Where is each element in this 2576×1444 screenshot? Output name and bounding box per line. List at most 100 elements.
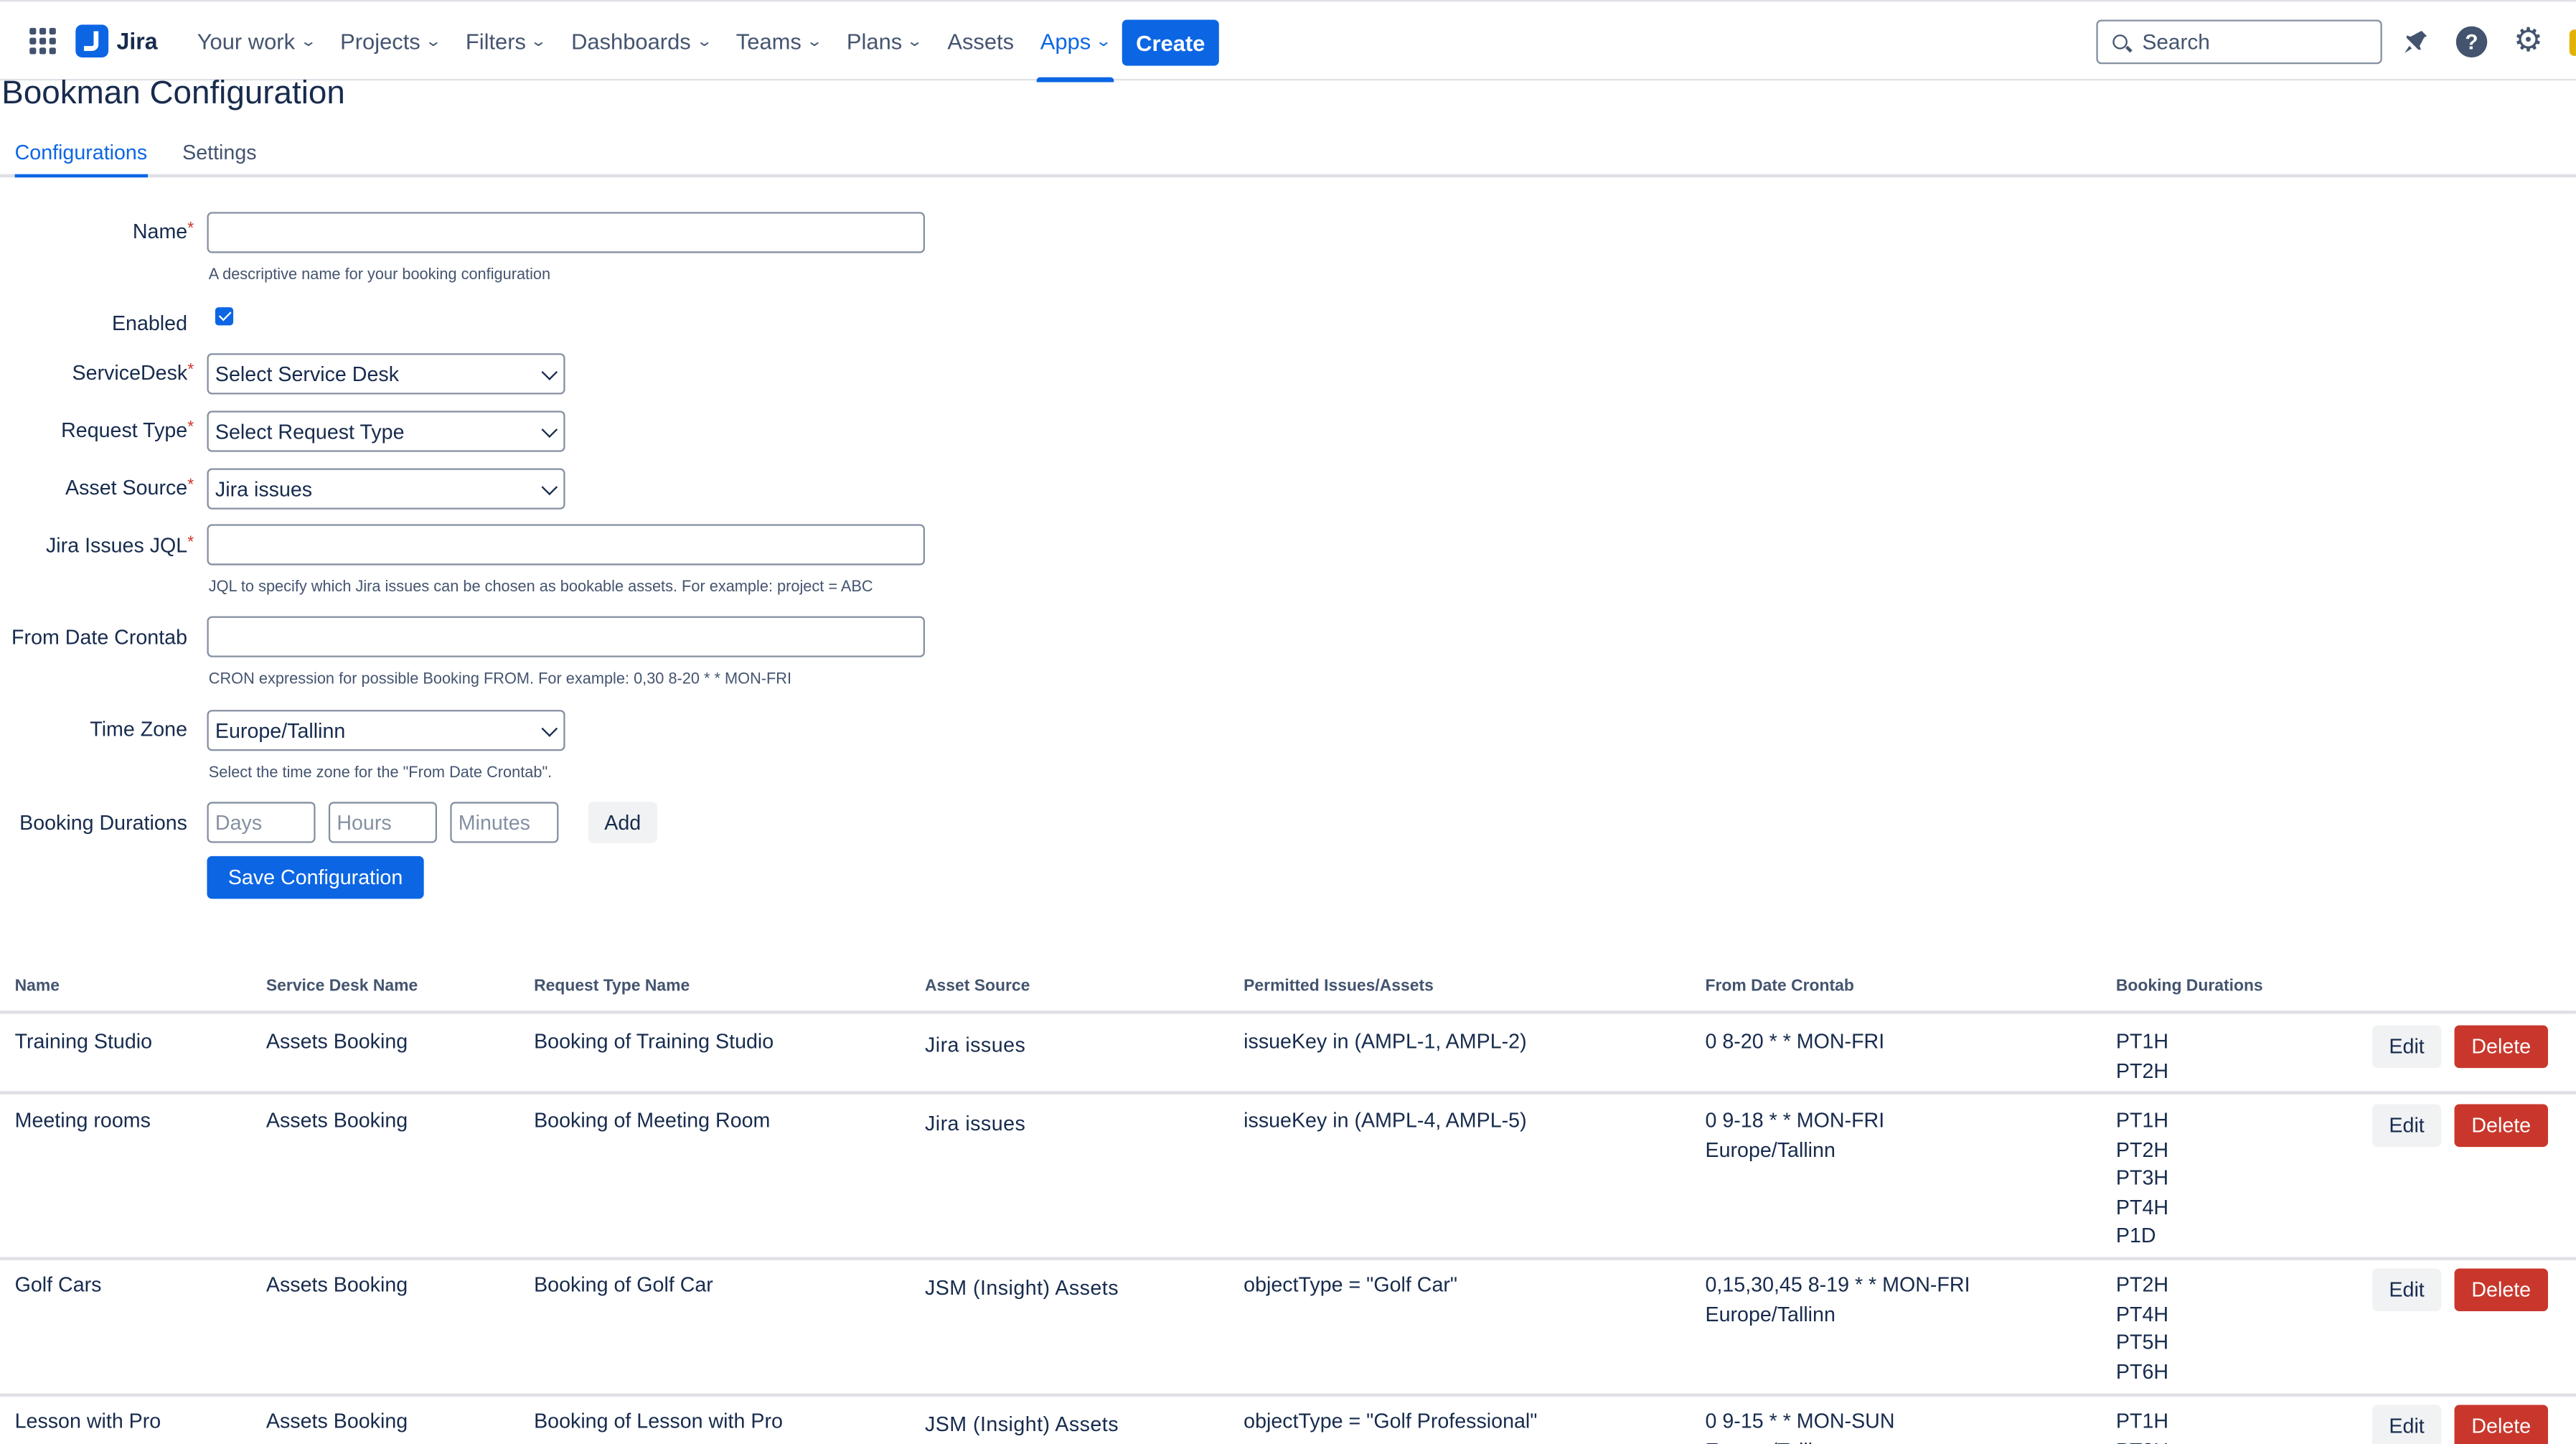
- time-zone-hint: Select the time zone for the "From Date …: [208, 764, 553, 782]
- duration-item: PT6H: [2115, 1359, 2169, 1383]
- required-marker: *: [187, 476, 194, 495]
- table-row: Golf Cars Assets Booking Booking of Golf…: [0, 1257, 2576, 1397]
- from-date-input[interactable]: [207, 616, 925, 657]
- help-icon[interactable]: ?: [2455, 26, 2488, 58]
- nav-item-dashboards[interactable]: Dashboards ⌄: [571, 1, 713, 80]
- chevron-down-icon: ⌄: [530, 32, 547, 49]
- jira-logo[interactable]: Jira: [75, 24, 158, 58]
- app-switcher-icon[interactable]: [29, 27, 56, 55]
- asset-source-value: Jira issues: [215, 477, 313, 501]
- time-zone-value: Europe/Tallinn: [215, 718, 346, 742]
- delete-button[interactable]: Delete: [2454, 1268, 2549, 1312]
- row-asset-source: Jira issues: [924, 1033, 1026, 1057]
- row-permitted: issueKey in (AMPL-1, AMPL-2): [1244, 1030, 1527, 1054]
- chevron-down-icon: [541, 721, 558, 737]
- nav-item-label: Your work: [197, 29, 296, 54]
- days-input[interactable]: Days: [207, 802, 316, 843]
- row-asset-source: Jira issues: [924, 1112, 1026, 1136]
- column-header-request-type: Request Type Name: [534, 977, 690, 996]
- service-desk-value: Select Service Desk: [215, 362, 400, 385]
- create-button[interactable]: Create: [1122, 19, 1219, 66]
- search-input[interactable]: Search: [2096, 19, 2382, 65]
- nav-item-plans[interactable]: Plans ⌄: [847, 1, 923, 80]
- chevron-down-icon: ⌄: [424, 32, 442, 49]
- jql-input[interactable]: [207, 524, 925, 566]
- service-desk-select[interactable]: Select Service Desk: [207, 353, 565, 395]
- row-request-type: Booking of Training Studio: [534, 1030, 774, 1054]
- nav-item-filters[interactable]: Filters ⌄: [466, 1, 547, 80]
- column-header-service-desk: Service Desk Name: [265, 977, 418, 996]
- duration-item: PT2H: [2115, 1138, 2169, 1161]
- search-placeholder: Search: [2142, 29, 2210, 55]
- save-configuration-button[interactable]: Save Configuration: [207, 855, 424, 899]
- nav-item-your-work[interactable]: Your work ⌄: [197, 1, 316, 80]
- row-permitted: objectType = "Golf Car": [1244, 1273, 1458, 1297]
- column-header-name: Name: [14, 977, 60, 996]
- column-header-durations: Booking Durations: [2115, 977, 2263, 996]
- jira-logo-icon: [75, 24, 109, 58]
- duration-item: PT2H: [2115, 1273, 2169, 1297]
- delete-button[interactable]: Delete: [2454, 1405, 2549, 1444]
- delete-button[interactable]: Delete: [2454, 1025, 2549, 1069]
- notifications-icon[interactable]: [2400, 27, 2432, 58]
- chevron-down-icon: ⌄: [1094, 32, 1113, 49]
- row-service-desk: Assets Booking: [265, 1410, 408, 1433]
- column-header-crontab: From Date Crontab: [1705, 977, 1854, 996]
- row-name: Training Studio: [14, 1030, 153, 1054]
- crontab-timezone: Europe/Tallinn: [1706, 1437, 1895, 1444]
- chevron-down-icon: ⌄: [695, 32, 713, 49]
- row-permitted: issueKey in (AMPL-4, AMPL-5): [1244, 1109, 1527, 1133]
- edit-button[interactable]: Edit: [2372, 1268, 2442, 1312]
- jql-label: Jira Issues JQL*: [45, 534, 194, 558]
- chevron-down-icon: [541, 479, 558, 496]
- nav-item-label: Projects: [340, 29, 420, 54]
- crontab-timezone: Europe/Tallinn: [1705, 1302, 1835, 1326]
- nav-menu: Your work ⌄ Projects ⌄ Filters ⌄ Dashboards…: [197, 1, 1137, 83]
- duration-item: PT1H: [2115, 1109, 2169, 1133]
- required-marker: *: [187, 361, 194, 380]
- nav-item-assets[interactable]: Assets: [947, 1, 1014, 80]
- from-date-label: From Date Crontab: [11, 626, 188, 650]
- page-title: Bookman Configuration: [1, 75, 345, 112]
- edit-button[interactable]: Edit: [2372, 1405, 2442, 1444]
- minutes-input[interactable]: Minutes: [450, 802, 559, 843]
- nav-item-apps[interactable]: Apps ⌄: [1037, 1, 1114, 83]
- delete-button[interactable]: Delete: [2454, 1104, 2549, 1148]
- edit-button[interactable]: Edit: [2372, 1025, 2442, 1069]
- add-duration-button[interactable]: Add: [588, 802, 657, 843]
- nav-item-projects[interactable]: Projects ⌄: [340, 1, 442, 80]
- row-durations: PT2H PT4H PT5H PT6H: [2116, 1272, 2168, 1387]
- table-row: Training Studio Assets Booking Booking o…: [0, 1014, 2576, 1094]
- profile-avatar-edge[interactable]: [2569, 29, 2576, 56]
- tab-settings[interactable]: Settings: [182, 141, 256, 174]
- crontab-line: 0 9-15 * * MON-SUN: [1705, 1410, 1895, 1433]
- row-asset-source: JSM (Insight) Assets: [924, 1412, 1119, 1437]
- from-date-hint: CRON expression for possible Booking FRO…: [208, 670, 792, 689]
- duration-item: PT4H: [2115, 1302, 2169, 1326]
- top-navigation: Jira Your work ⌄ Projects ⌄ Filters ⌄ Dashb…: [0, 0, 2576, 83]
- row-name: Meeting rooms: [14, 1109, 151, 1133]
- enabled-checkbox[interactable]: [215, 307, 234, 326]
- chevron-down-icon: [541, 364, 558, 380]
- row-crontab: 0 9-18 * * MON-FRI Europe/Tallinn: [1706, 1107, 1885, 1165]
- name-label: Name*: [132, 220, 194, 243]
- crontab-line: 0 8-20 * * MON-FRI: [1705, 1030, 1885, 1054]
- row-durations: PT1H PT2H: [2116, 1028, 2168, 1086]
- hours-input[interactable]: Hours: [328, 802, 438, 843]
- name-input[interactable]: [207, 212, 925, 253]
- row-service-desk: Assets Booking: [265, 1109, 408, 1133]
- asset-source-select[interactable]: Jira issues: [207, 468, 565, 510]
- row-name: Golf Cars: [14, 1273, 102, 1297]
- row-name: Lesson with Pro: [14, 1410, 161, 1433]
- logo-text: Jira: [116, 27, 158, 55]
- nav-item-label: Apps: [1040, 29, 1091, 54]
- time-zone-select[interactable]: Europe/Tallinn: [207, 710, 565, 751]
- tab-configurations[interactable]: Configurations: [14, 141, 147, 178]
- request-type-select[interactable]: Select Request Type: [207, 411, 565, 452]
- settings-icon[interactable]: ⚙: [2514, 22, 2545, 59]
- row-durations: PT1H PT2H: [2116, 1408, 2168, 1444]
- row-request-type: Booking of Golf Car: [534, 1273, 713, 1297]
- nav-item-teams[interactable]: Teams ⌄: [736, 1, 823, 80]
- edit-button[interactable]: Edit: [2372, 1104, 2442, 1148]
- name-hint: A descriptive name for your booking conf…: [208, 266, 551, 285]
